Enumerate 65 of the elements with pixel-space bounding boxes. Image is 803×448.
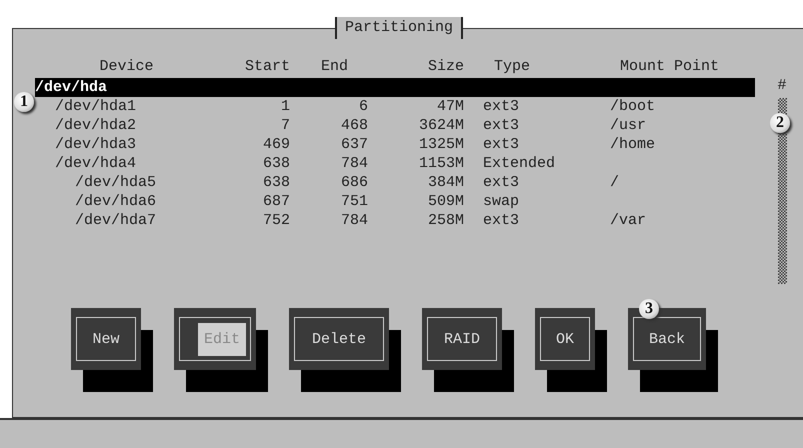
partition-size: 1153M: [418, 155, 464, 172]
start-cylinder: 7: [280, 117, 290, 134]
dialog-button[interactable]: New: [71, 308, 141, 370]
partition-row[interactable]: /dev/hda2 7 468 3624M ext3 /usr: [35, 116, 755, 135]
column-header: Mount Point: [619, 58, 720, 77]
column-header: Device: [98, 58, 154, 77]
mount-point: /var: [610, 212, 646, 229]
end-cylinder: 784: [340, 155, 368, 172]
device-name: /dev/hda4: [55, 155, 136, 172]
end-cylinder: 784: [340, 212, 368, 229]
device-name: /dev/hda3: [55, 136, 136, 153]
partition-row[interactable]: /dev/hda: [35, 78, 755, 97]
start-cylinder: 752: [262, 212, 290, 229]
dialog-title: Partitioning: [334, 17, 464, 39]
start-cylinder: 1: [280, 98, 290, 115]
partition-size: 509M: [428, 193, 464, 210]
dialog-button[interactable]: RAID: [422, 308, 502, 370]
filesystem-type: Extended: [483, 155, 556, 172]
end-cylinder: 686: [340, 174, 368, 191]
partition-row[interactable]: /dev/hda7 752 784 258M ext3 /var: [35, 211, 755, 230]
start-cylinder: 638: [262, 174, 290, 191]
device-name: /dev/hda1: [55, 98, 136, 115]
device-name: /dev/hda7: [75, 212, 156, 229]
device-name: /dev/hda6: [75, 193, 156, 210]
end-cylinder: 637: [340, 136, 368, 153]
start-cylinder: 687: [262, 193, 290, 210]
device-name: /dev/hda5: [75, 174, 156, 191]
mount-point: /: [610, 174, 620, 191]
filesystem-type: ext3: [483, 136, 520, 153]
end-cylinder: 468: [340, 117, 368, 134]
column-header: Type: [493, 58, 532, 77]
callout-number: 3: [639, 299, 659, 319]
dialog-button[interactable]: OK: [535, 308, 595, 370]
partition-row[interactable]: /dev/hda4 638 784 1153M Extended: [35, 154, 755, 173]
end-cylinder: 751: [340, 193, 368, 210]
column-header: Start: [244, 58, 290, 77]
partition-size: 384M: [428, 174, 464, 191]
partition-row[interactable]: /dev/hda1 1 6 47M ext3 /boot: [35, 97, 755, 116]
dialog-button[interactable]: Delete: [289, 308, 389, 370]
filesystem-type: ext3: [483, 174, 520, 191]
mount-point: /home: [610, 136, 656, 153]
mount-point: /boot: [610, 98, 656, 115]
partition-row[interactable]: /dev/hda3 469 637 1325M ext3 /home: [35, 135, 755, 154]
callout-number: 2: [770, 113, 790, 133]
partition-row[interactable]: /dev/hda6 687 751 509M swap: [35, 192, 755, 211]
start-cylinder: 469: [262, 136, 290, 153]
callout-number: 1: [14, 92, 34, 112]
scroll-marker: #: [777, 78, 786, 94]
filesystem-type: ext3: [483, 212, 520, 229]
partition-row[interactable]: /dev/hda5 638 686 384M ext3 /: [35, 173, 755, 192]
mount-point: /usr: [610, 117, 646, 134]
partition-size: 1325M: [418, 136, 464, 153]
start-cylinder: 638: [262, 155, 290, 172]
partition-size: 3624M: [418, 117, 464, 134]
scrollbar[interactable]: [778, 98, 786, 284]
column-header: Size: [426, 58, 464, 77]
filesystem-type: ext3: [483, 98, 520, 115]
column-header: End: [320, 58, 349, 77]
device-name: /dev/hda2: [55, 117, 136, 134]
partition-size: 47M: [436, 98, 464, 115]
device-name: /dev/hda: [35, 79, 108, 96]
partition-size: 258M: [428, 212, 464, 229]
filesystem-type: swap: [483, 193, 520, 210]
filesystem-type: ext3: [483, 117, 520, 134]
end-cylinder: 6: [358, 98, 368, 115]
